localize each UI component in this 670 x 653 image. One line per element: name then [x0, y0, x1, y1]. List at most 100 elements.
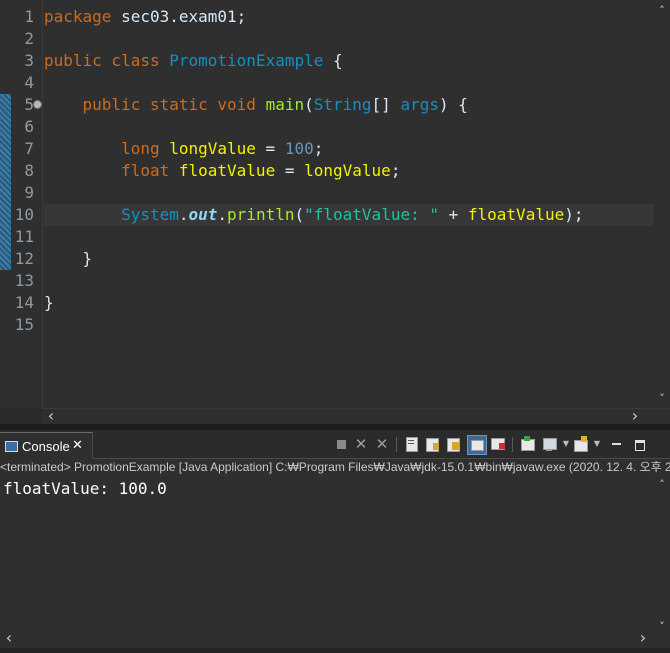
- close-paren-semi: );: [564, 205, 584, 224]
- scroll-up-icon[interactable]: ˄: [655, 4, 669, 18]
- code-line-12: }: [44, 248, 670, 270]
- code-area[interactable]: package sec03.exam01; public class Promo…: [44, 0, 670, 408]
- minimize-icon[interactable]: [608, 436, 624, 452]
- remove-all-terminated-icon[interactable]: ✕: [374, 436, 390, 452]
- maximize-icon[interactable]: [630, 436, 646, 452]
- line-number: 13: [14, 271, 34, 290]
- line-number: 3: [24, 51, 34, 70]
- chevron-down-icon[interactable]: ▼: [558, 436, 574, 452]
- scroll-lock-icon[interactable]: [425, 436, 441, 452]
- editor-vertical-scrollbar[interactable]: ˄ ˅: [654, 0, 670, 408]
- line-number: 11: [14, 227, 34, 246]
- keyword-public: public: [82, 95, 141, 114]
- console-tab[interactable]: Console ✕: [0, 432, 93, 459]
- scroll-right-icon[interactable]: ›: [628, 408, 642, 424]
- line-number: 5: [24, 95, 34, 114]
- scroll-up-icon[interactable]: ˄: [655, 478, 669, 492]
- close-brace: }: [44, 293, 54, 312]
- line-number: 7: [24, 139, 34, 158]
- toolbar-separator: [396, 437, 397, 452]
- equals: =: [255, 139, 285, 158]
- editor-horizontal-scrollbar[interactable]: ‹ ›: [42, 408, 670, 425]
- number-literal: 100: [284, 139, 314, 158]
- line-number: 10: [14, 205, 34, 224]
- close-icon[interactable]: ✕: [72, 438, 83, 453]
- console-vertical-scrollbar[interactable]: ˄ ˅: [654, 478, 670, 638]
- dot: .: [178, 205, 189, 224]
- pin-console-icon[interactable]: [520, 436, 536, 452]
- show-console-stdout-icon[interactable]: [467, 435, 487, 455]
- code-line-7: long longValue = 100;: [44, 138, 670, 160]
- keyword-void: void: [207, 95, 256, 114]
- array-brackets: []: [371, 95, 401, 114]
- line-number: 4: [24, 73, 34, 92]
- keyword-package: package: [44, 7, 112, 26]
- variable-ref-longValue: longValue: [304, 161, 391, 180]
- open-console-icon[interactable]: [573, 436, 589, 452]
- process-status-line: <terminated> PromotionExample [Java Appl…: [0, 459, 670, 476]
- keyword-float: float: [121, 161, 170, 180]
- line-number: 14: [14, 293, 34, 312]
- display-console-icon[interactable]: [542, 436, 558, 452]
- keyword-static: static: [140, 95, 208, 114]
- show-console-stderr-icon[interactable]: [490, 436, 506, 452]
- keyword-class: class: [101, 51, 170, 70]
- field-out: out: [188, 205, 218, 224]
- scroll-left-icon[interactable]: ‹: [2, 630, 16, 646]
- clear-console-icon[interactable]: [404, 436, 420, 452]
- method-main: main: [255, 95, 305, 114]
- open-brace: {: [323, 51, 343, 70]
- chevron-down-icon[interactable]: ▼: [589, 436, 605, 452]
- console-tab-label: Console: [22, 439, 70, 454]
- code-line-1: package sec03.exam01;: [44, 6, 670, 28]
- toolbar-separator: [512, 437, 513, 452]
- code-line-3: public class PromotionExample {: [44, 50, 670, 72]
- console-tab-bar: Console ✕ ✕ ✕ ▼ ▼: [0, 430, 670, 459]
- param-args: args: [400, 95, 439, 114]
- fold-collapse-icon[interactable]: [33, 100, 42, 109]
- close-paren-brace: ) {: [438, 95, 468, 114]
- keyword-long: long: [121, 139, 160, 158]
- keyword-public: public: [44, 51, 102, 70]
- package-name: sec03.exam01;: [111, 7, 247, 26]
- terminate-icon[interactable]: [333, 436, 349, 452]
- console-horizontal-scrollbar[interactable]: ‹ ›: [0, 630, 670, 647]
- line-number: 15: [14, 315, 34, 334]
- plus-operator: +: [438, 205, 468, 224]
- line-number: 2: [24, 29, 34, 48]
- scroll-down-icon[interactable]: ˅: [655, 392, 669, 406]
- code-line-8: float floatValue = longValue;: [44, 160, 670, 182]
- console-view: Console ✕ ✕ ✕ ▼ ▼ <terminated> Promotion…: [0, 430, 670, 653]
- type-string: String: [313, 95, 372, 114]
- paren: (: [304, 95, 314, 114]
- variable-longValue: longValue: [159, 139, 256, 158]
- scroll-left-icon[interactable]: ‹: [44, 408, 58, 424]
- semicolon: ;: [390, 161, 401, 180]
- quick-diff-change-bar: [0, 94, 11, 270]
- code-line-14: }: [44, 292, 670, 314]
- word-wrap-icon[interactable]: [446, 436, 462, 452]
- code-editor[interactable]: 1 2 3 4 5 6 7 8 9 10 11 12 13 14 15 pack…: [0, 0, 670, 408]
- equals: =: [275, 161, 305, 180]
- line-number: 6: [24, 117, 34, 136]
- close-brace: }: [44, 249, 93, 268]
- line-number: 9: [24, 183, 34, 202]
- variable-ref-floatValue: floatValue: [467, 205, 565, 224]
- scroll-right-icon[interactable]: ›: [636, 630, 650, 646]
- semicolon: ;: [313, 139, 324, 158]
- variable-floatValue: floatValue: [169, 161, 276, 180]
- paren: (: [294, 205, 305, 224]
- console-output-text[interactable]: floatValue: 100.0: [3, 478, 167, 500]
- class-system: System: [121, 205, 179, 224]
- remove-launch-icon[interactable]: ✕: [353, 436, 369, 452]
- line-number: 1: [24, 7, 34, 26]
- status-bar: [0, 648, 670, 653]
- class-name: PromotionExample: [169, 51, 324, 70]
- line-number: 12: [14, 249, 34, 268]
- dot: .: [217, 205, 228, 224]
- code-line-10-current: System.out.println("floatValue: " + floa…: [44, 204, 670, 226]
